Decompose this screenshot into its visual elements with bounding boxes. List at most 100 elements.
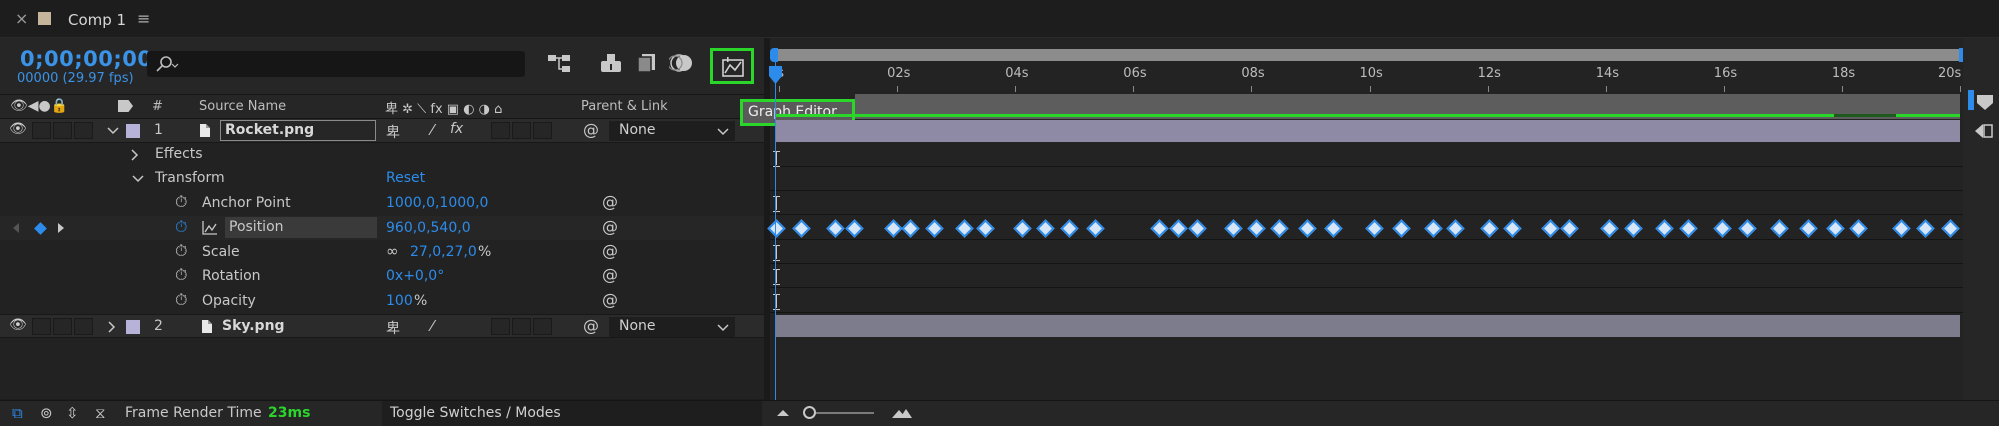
effects-switch-icon[interactable]: fx [450, 121, 463, 137]
lock-toggle[interactable] [74, 318, 93, 335]
work-area-start-handle[interactable] [770, 48, 778, 62]
audio-toggle[interactable] [32, 318, 51, 335]
parent-dropdown[interactable]: None [609, 121, 735, 141]
panel-menu-icon[interactable]: ≡ [137, 9, 150, 28]
scale-row[interactable]: ⏱ Scale ∞ 27,0,27,0 % @ [0, 240, 764, 264]
layer-name[interactable]: Sky.png [222, 318, 285, 334]
effects-group-row[interactable]: Effects [0, 143, 764, 167]
zoom-in-icon[interactable] [890, 406, 914, 420]
close-panel-icon[interactable]: × [15, 9, 28, 28]
layer-bar-rocket[interactable] [775, 120, 1960, 142]
chevron-down-icon[interactable] [107, 126, 119, 136]
comp-tab-title[interactable]: Comp 1 [68, 11, 126, 29]
current-time-display[interactable]: 0;00;00;00 [20, 47, 152, 71]
lock-toggle[interactable] [74, 122, 93, 139]
adjustment-switch[interactable] [533, 122, 552, 139]
frame-render-label: Frame Render Time [125, 405, 262, 421]
layer-color-label[interactable] [126, 124, 140, 138]
graph-toggle-icon[interactable] [202, 221, 218, 235]
ruler-tick-mark [1723, 86, 1725, 92]
frame-blending-icon[interactable] [634, 52, 658, 74]
playhead-icon[interactable] [768, 66, 783, 86]
stopwatch-active-icon[interactable]: ⏱ [175, 217, 187, 237]
layer-row-sky[interactable]: 👁 2 Sky.png 卑 ⁄ @ None [0, 314, 764, 338]
expression-pickwhip-icon[interactable]: @ [602, 241, 618, 260]
zoom-slider-track[interactable] [806, 412, 874, 414]
pick-whip-icon[interactable]: @ [583, 316, 599, 335]
transfer-controls-icon[interactable]: ⊚ [40, 404, 53, 422]
expression-pickwhip-icon[interactable]: @ [602, 217, 618, 236]
position-value[interactable]: 960,0,540,0 [386, 220, 471, 236]
solo-toggle[interactable] [53, 122, 72, 139]
opacity-value[interactable]: 100 [386, 293, 413, 309]
transform-reset-link[interactable]: Reset [386, 170, 425, 186]
zoom-slider-thumb[interactable] [803, 406, 816, 419]
quality-switch-icon[interactable]: ⁄ [431, 121, 434, 139]
chevron-right-icon[interactable] [107, 321, 117, 333]
motion-blur-switch[interactable] [512, 318, 531, 335]
constrain-link-icon[interactable]: ∞ [386, 242, 399, 260]
scale-value[interactable]: 27,0,27,0 [410, 244, 477, 260]
frame-blend-switch[interactable] [491, 318, 510, 335]
parent-dropdown[interactable]: None [609, 317, 735, 337]
solo-toggle[interactable] [53, 318, 72, 335]
expression-pickwhip-icon[interactable]: @ [602, 265, 618, 284]
chevron-right-icon[interactable] [130, 149, 140, 161]
adjustment-switch[interactable] [533, 318, 552, 335]
frame-blend-switch[interactable] [491, 122, 510, 139]
layer-row-rocket[interactable]: 👁 1 Rocket.png 卑 ⁄ fx @ None [0, 119, 764, 143]
transform-group-row[interactable]: Transform Reset [0, 167, 764, 191]
chevron-down-icon[interactable] [132, 174, 144, 184]
pick-whip-icon[interactable]: @ [583, 120, 599, 139]
shy-switch-icon[interactable]: 卑 [386, 122, 400, 142]
rotation-value[interactable]: 0x+0,0° [386, 268, 444, 284]
stopwatch-icon[interactable]: ⏱ [175, 265, 187, 285]
stopwatch-icon[interactable]: ⏱ [175, 192, 187, 212]
render-time-icon[interactable]: ⧖ [95, 404, 106, 422]
visibility-eye-icon[interactable]: 👁 [9, 317, 27, 333]
layer-name-field[interactable]: Rocket.png [220, 120, 376, 141]
quality-switch-icon[interactable]: ⁄ [431, 317, 434, 335]
zoom-out-icon[interactable] [775, 408, 791, 418]
prev-keyframe-icon[interactable] [12, 223, 20, 233]
opacity-row[interactable]: ⏱ Opacity 100 % @ [0, 289, 764, 313]
switches-header-icons: 卑 ✲ ⟍ fx ▣ ◐ ◑ ⌂ [385, 102, 503, 117]
comp-button-icon[interactable] [1973, 122, 1995, 140]
motion-blur-icon[interactable] [669, 52, 695, 74]
parent-link-header[interactable]: Parent & Link [581, 99, 668, 114]
layer-number: 2 [154, 318, 163, 334]
comp-mini-flowchart-icon[interactable] [547, 53, 571, 75]
search-input[interactable] [147, 51, 525, 77]
stopwatch-icon[interactable]: ⏱ [175, 241, 187, 261]
work-area-bar[interactable] [772, 49, 1965, 61]
position-row[interactable]: ⏱ Position 960,0,540,0 @ [0, 216, 764, 240]
layer-color-label[interactable] [126, 320, 140, 334]
motion-blur-switch[interactable] [512, 122, 531, 139]
layer-number-header: # [152, 99, 163, 114]
rotation-row[interactable]: ⏱ Rotation 0x+0,0° @ [0, 264, 764, 288]
expression-pickwhip-icon[interactable]: @ [602, 290, 618, 309]
ruler-tick-mark [1133, 86, 1135, 92]
comp-marker-bin-icon[interactable] [1975, 93, 1995, 111]
expression-pickwhip-icon[interactable]: @ [602, 192, 618, 211]
audio-toggle[interactable] [32, 122, 51, 139]
layer-bar-sky[interactable] [775, 315, 1960, 337]
ruler-tick-mark [779, 86, 780, 92]
anchor-point-value[interactable]: 1000,0,1000,0 [386, 195, 488, 211]
layer-switches-icon[interactable]: ⧉ [12, 404, 23, 422]
source-name-header[interactable]: Source Name [199, 99, 286, 114]
add-keyframe-icon[interactable] [34, 222, 47, 235]
graph-editor-button[interactable] [710, 48, 754, 84]
shy-switch-icon[interactable]: 卑 [386, 318, 400, 338]
visibility-eye-icon[interactable]: 👁 [9, 121, 27, 137]
tooltip-text: Graph Editor [748, 104, 837, 120]
zoom-scroll-handle[interactable] [1968, 90, 1974, 110]
in-out-icon[interactable]: ⇳ [66, 404, 79, 422]
anchor-point-row[interactable]: ⏱ Anchor Point 1000,0,1000,0 @ [0, 191, 764, 215]
stopwatch-icon[interactable]: ⏱ [175, 290, 187, 310]
draft-3d-icon[interactable] [599, 52, 623, 74]
toggle-switches-modes-button[interactable]: Toggle Switches / Modes [382, 401, 762, 426]
ruler-tick-label: 20s [1938, 66, 1962, 81]
current-time-indicator[interactable] [775, 60, 776, 400]
next-keyframe-icon[interactable] [57, 223, 65, 233]
